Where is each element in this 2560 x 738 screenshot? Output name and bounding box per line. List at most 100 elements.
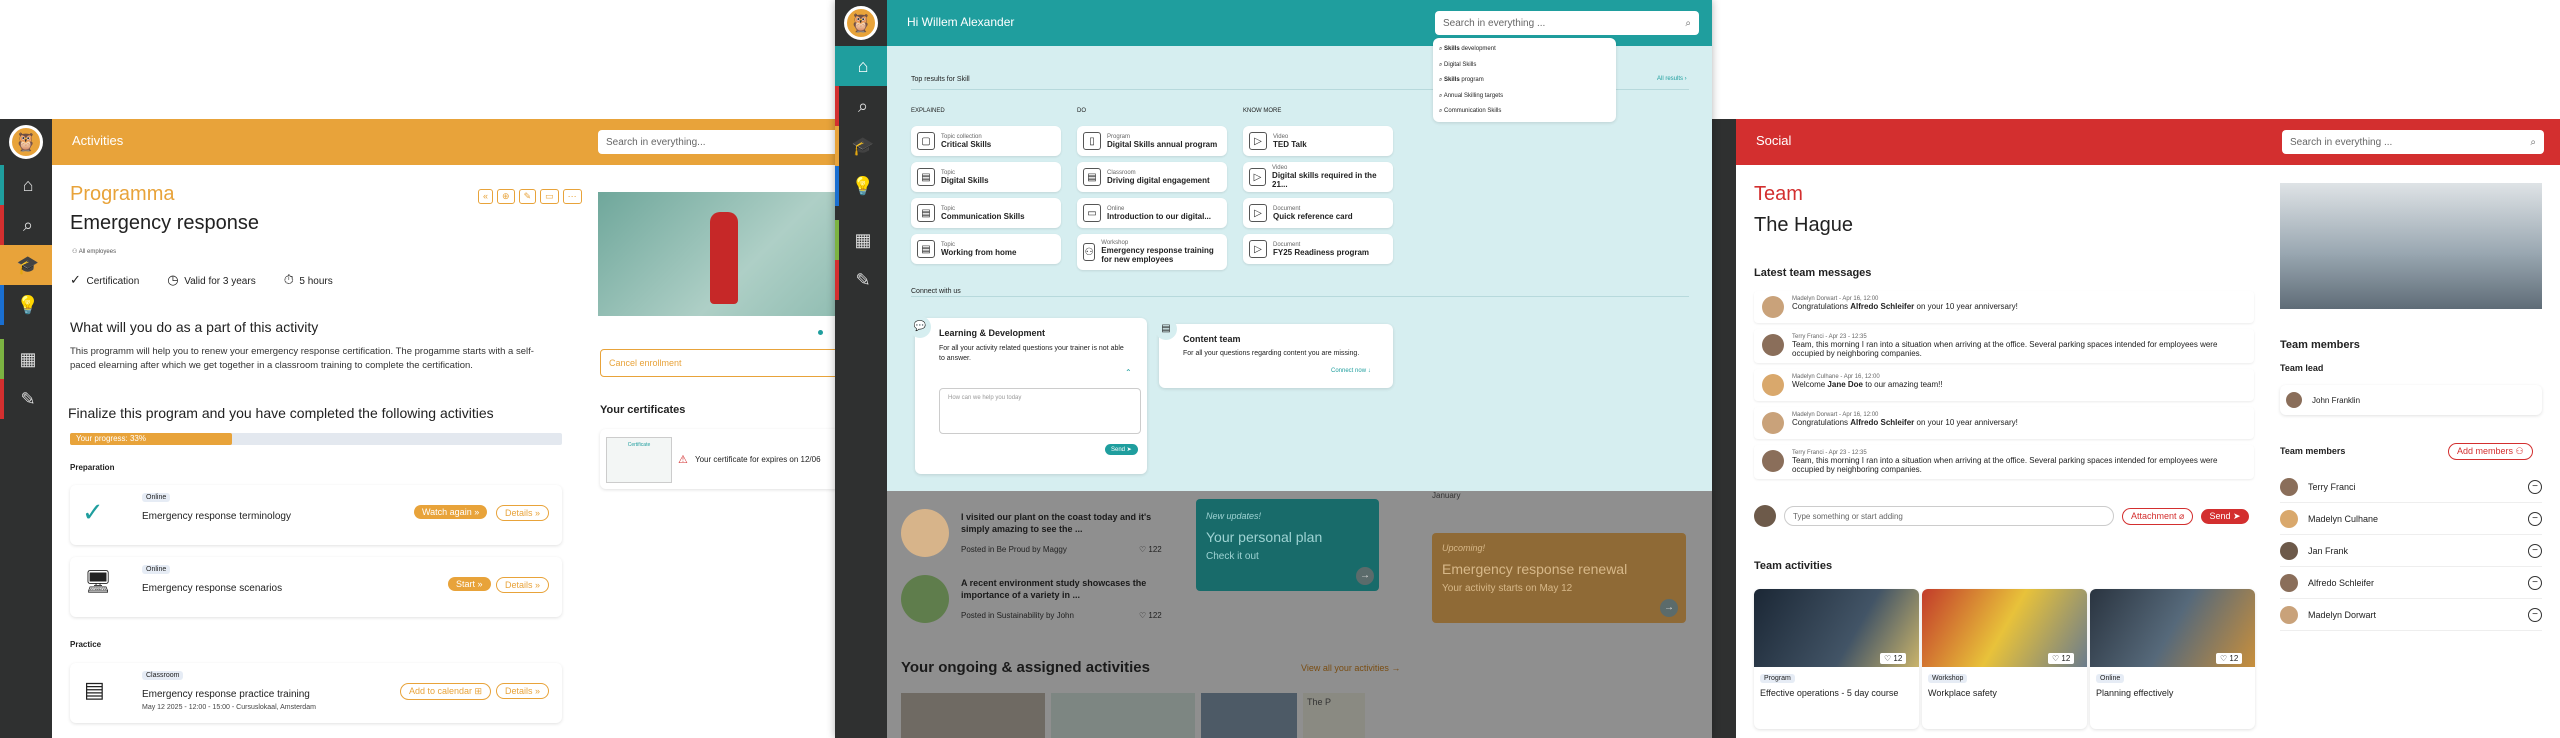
result-card[interactable]: ▭ Online Introduction to our digital... xyxy=(1077,198,1227,228)
add-members-button[interactable]: Add members ⚇ xyxy=(2448,443,2533,460)
suggestion-item[interactable]: ⌕ Skills program xyxy=(1439,73,1610,89)
result-card[interactable]: ▢ Topic collection Critical Skills xyxy=(911,126,1061,156)
likes-count: 12 xyxy=(2229,654,2239,663)
tools-icon[interactable]: ✎ xyxy=(0,379,52,419)
message-text: Congratulations xyxy=(1792,418,1851,427)
search-nav-icon[interactable]: ⌕ xyxy=(0,205,52,245)
cancel-enrollment-button[interactable]: Cancel enrollment xyxy=(600,349,840,377)
remove-member-icon[interactable]: − xyxy=(2528,575,2542,590)
member-row[interactable]: Terry Franci − xyxy=(2280,471,2542,503)
result-card[interactable]: ▷ Video TED Talk xyxy=(1243,126,1393,156)
result-card[interactable]: ▤ Classroom Driving digital engagement xyxy=(1077,162,1227,192)
post-item[interactable]: I visited our plant on the coast today a… xyxy=(901,509,1181,563)
result-card[interactable]: ▷ Video Digital skills required in the 21.… xyxy=(1243,162,1393,192)
message-item[interactable]: Madelyn Dorwart - Apr 16, 12:00 Congratul… xyxy=(1754,407,2254,439)
activity-item-3[interactable]: ▤ Classroom Emergency response practice … xyxy=(70,663,562,723)
certificate-card[interactable]: Certificate ⚠ Your certificate for expir… xyxy=(600,429,840,489)
connect-now-link[interactable]: Connect now ↓ xyxy=(1331,368,1371,374)
avatar xyxy=(2280,573,2298,592)
share-icon[interactable]: « xyxy=(478,189,494,204)
result-card[interactable]: ▤ Topic Digital Skills xyxy=(911,162,1061,192)
member-row[interactable]: Madelyn Culhane − xyxy=(2280,503,2542,535)
learning-icon[interactable]: 🎓 xyxy=(0,245,52,285)
watch-again-button[interactable]: Watch again » xyxy=(414,505,488,519)
calendar-icon[interactable]: ▦ xyxy=(0,339,52,379)
result-card[interactable]: ▤ Topic Working from home xyxy=(911,234,1061,264)
home-icon[interactable]: ⌂ xyxy=(0,165,52,205)
activity-thumb[interactable] xyxy=(1201,693,1297,738)
search-nav-icon[interactable]: ⌕ xyxy=(835,86,887,126)
view-all-link[interactable]: View all your activities → xyxy=(1301,663,1400,673)
tools-icon[interactable]: ✎ xyxy=(835,260,887,300)
add-to-calendar-button[interactable]: Add to calendar ⊞ xyxy=(400,683,492,700)
upcoming-card[interactable]: Upcoming! Emergency response renewal You… xyxy=(1432,533,1686,623)
remove-member-icon[interactable]: − xyxy=(2528,479,2542,494)
details-button[interactable]: Details » xyxy=(496,577,550,593)
all-results-link[interactable]: All results › xyxy=(1657,76,1687,82)
activity-item-2[interactable]: 🖥 Online Emergency response scenarios St… xyxy=(70,557,562,617)
message-item[interactable]: Madelyn Culhane - Apr 16, 12:00 Welcome J… xyxy=(1754,369,2254,401)
link-icon[interactable]: ⊕ xyxy=(497,189,515,204)
activity-tag: Online xyxy=(2096,674,2125,683)
message-mention: Alfredo Schleifer xyxy=(1850,302,1915,311)
result-card[interactable]: ▷ Document Quick reference card xyxy=(1243,198,1393,228)
search-input[interactable]: Search in everything ... ⌕ xyxy=(2282,130,2544,154)
idea-icon[interactable]: 💡 xyxy=(0,285,52,325)
send-button[interactable]: Send ➤ xyxy=(2201,508,2249,524)
details-button[interactable]: Details » xyxy=(496,683,550,699)
ld-message-input[interactable]: How can we help you today xyxy=(939,388,1141,434)
team-lead-card[interactable]: John Franklin xyxy=(2280,385,2542,415)
details-button[interactable]: Details » xyxy=(496,505,550,521)
suggestion-item[interactable]: ⌕ Skills development xyxy=(1439,42,1610,58)
suggestion-item[interactable]: ⌕ Annual Skilling targets xyxy=(1439,89,1610,105)
arrow-right-icon: → xyxy=(1660,599,1678,617)
avatar xyxy=(1762,334,1784,356)
post-item[interactable]: A recent environment study showcases the… xyxy=(901,575,1181,629)
calendar-label: January xyxy=(1432,491,1461,500)
search-input[interactable]: Search in everything ... ⌕ xyxy=(1435,11,1699,35)
remove-member-icon[interactable]: − xyxy=(2528,607,2542,622)
result-card[interactable]: ▷ Document FY25 Readiness program xyxy=(1243,234,1393,264)
meta-row: ✓ Certification ◷ Valid for 3 years ⏱ 5 … xyxy=(70,272,333,288)
result-card[interactable]: ▯ Program Digital Skills annual program xyxy=(1077,126,1227,156)
result-name: Communication Skills xyxy=(941,211,1025,221)
ld-send-button[interactable]: Send ➤ xyxy=(1105,444,1138,455)
team-activity-card[interactable]: ♡ 12 Online Planning effectively xyxy=(2090,589,2255,729)
activities-header: Activities Search in everything... xyxy=(52,119,840,165)
activity-item-1[interactable]: ✓ Online Emergency response terminology … xyxy=(70,485,562,545)
team-activity-card[interactable]: ♡ 12 Workshop Workplace safety xyxy=(1922,589,2087,729)
more-icon[interactable]: ⋯ xyxy=(562,189,582,204)
compose-input[interactable]: Type something or start adding xyxy=(1784,506,2114,526)
activity-thumb[interactable]: The P xyxy=(1303,693,1365,738)
suggestion-rest: Communication Skills xyxy=(1444,108,1502,114)
team-activity-card[interactable]: ♡ 12 Program Effective operations - 5 da… xyxy=(1754,589,1919,729)
start-button[interactable]: Start » xyxy=(448,577,491,591)
message-item[interactable]: Madelyn Dorwart - Apr 16, 12:00 Congratul… xyxy=(1754,291,2254,323)
edit-icon[interactable]: ✎ xyxy=(518,189,537,204)
message-item[interactable]: Terry Franci - Apr 23 - 12:35 Team, this … xyxy=(1754,445,2254,479)
member-row[interactable]: Alfredo Schleifer − xyxy=(2280,567,2542,599)
result-card[interactable]: ▤ Topic Communication Skills xyxy=(911,198,1061,228)
personal-plan-card[interactable]: New updates! Your personal plan Check it… xyxy=(1196,499,1379,591)
calendar-icon[interactable]: ▦ xyxy=(835,220,887,260)
idea-icon[interactable]: 💡 xyxy=(835,166,887,206)
member-row[interactable]: Madelyn Dorwart − xyxy=(2280,599,2542,631)
remove-member-icon[interactable]: − xyxy=(2528,543,2542,558)
home-icon[interactable]: ⌂ xyxy=(835,46,887,86)
ld-title: Learning & Development xyxy=(939,328,1046,338)
remove-member-icon[interactable]: − xyxy=(2528,511,2542,526)
carousel-dots[interactable] xyxy=(818,330,823,335)
search-input[interactable]: Search in everything... xyxy=(598,130,840,154)
copy-icon[interactable]: ▭ xyxy=(540,189,559,204)
result-card[interactable]: ⚇ Workshop Emergency response training for… xyxy=(1077,234,1227,270)
attachment-button[interactable]: Attachment ⌀ xyxy=(2122,507,2194,525)
activity-thumb[interactable] xyxy=(901,693,1045,738)
plan-title: Your personal plan xyxy=(1206,529,1323,545)
suggestion-item[interactable]: ⌕ Digital Skills xyxy=(1439,58,1610,74)
member-row[interactable]: Jan Frank − xyxy=(2280,535,2542,567)
activity-thumb[interactable] xyxy=(1051,693,1195,738)
message-text: Team, this morning I ran into a situatio… xyxy=(1792,456,2218,474)
suggestion-item[interactable]: ⌕ Communication Skills xyxy=(1439,104,1610,120)
message-item[interactable]: Terry Franci - Apr 23 - 12:35 Team, this … xyxy=(1754,329,2254,363)
learning-icon[interactable]: 🎓 xyxy=(835,126,887,166)
